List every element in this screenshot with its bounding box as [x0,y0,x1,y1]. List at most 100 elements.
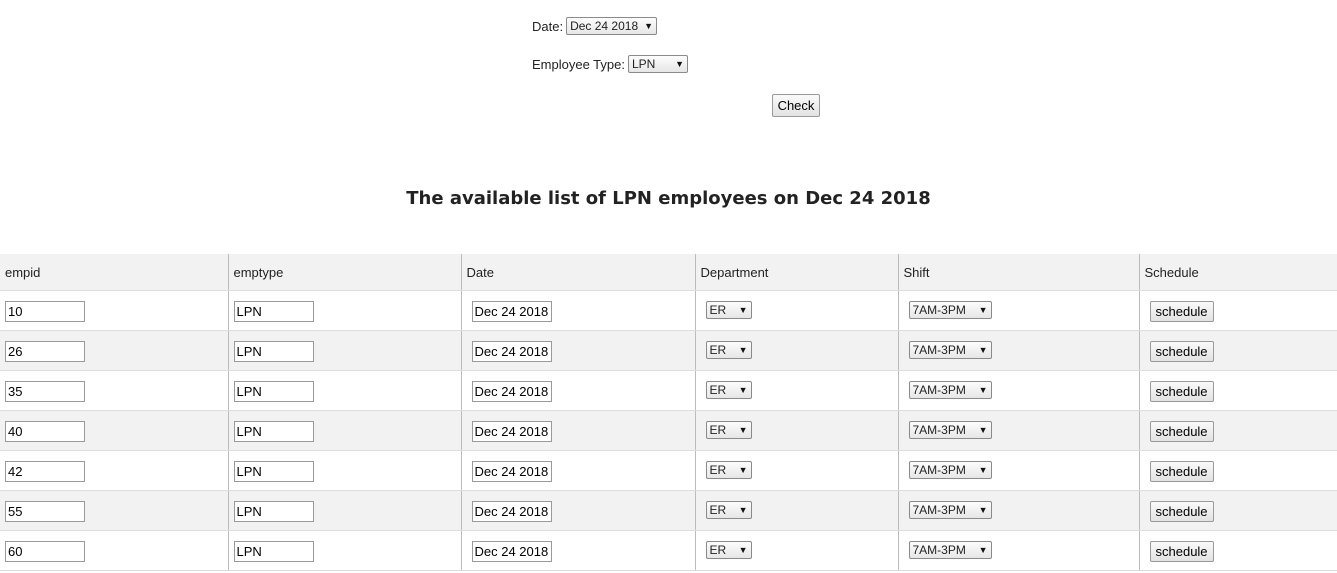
shift-select[interactable]: 7AM-3PM ▼ [908,381,992,399]
schedule-cell: schedule [1139,410,1337,451]
empid-cell [0,450,229,491]
shift-value: 7AM-3PM [912,343,966,357]
date-input[interactable] [471,461,552,482]
table-row: ER ▼ 7AM-3PM ▼ schedule [0,330,1337,371]
shift-select[interactable]: 7AM-3PM ▼ [908,341,992,359]
shift-select[interactable]: 7AM-3PM ▼ [908,421,992,439]
date-input[interactable] [471,501,552,522]
date-input[interactable] [471,421,552,442]
schedule-button[interactable]: schedule [1149,341,1214,362]
schedule-cell: schedule [1139,330,1337,371]
chevron-down-icon: ▼ [978,345,988,355]
employee-type-select[interactable]: LPN ▼ [627,55,688,73]
employee-table: empid emptype Date Department Shift Sche… [0,254,1337,571]
department-select[interactable]: ER ▼ [705,501,752,519]
department-select[interactable]: ER ▼ [705,341,752,359]
shift-select[interactable]: 7AM-3PM ▼ [908,541,992,559]
emptype-cell [228,370,462,411]
shift-cell: 7AM-3PM ▼ [898,290,1140,331]
date-cell [461,410,696,451]
employee-type-value: LPN [631,57,656,71]
column-header-date: Date [461,254,696,291]
schedule-button[interactable]: schedule [1149,301,1214,322]
schedule-cell: schedule [1139,490,1337,531]
department-value: ER [709,423,727,437]
emptype-cell [228,290,462,331]
chevron-down-icon: ▼ [738,545,748,555]
chevron-down-icon: ▼ [978,465,988,475]
shift-cell: 7AM-3PM ▼ [898,410,1140,451]
department-cell: ER ▼ [695,290,899,331]
emptype-cell [228,490,462,531]
department-cell: ER ▼ [695,410,899,451]
empid-cell [0,410,229,451]
date-cell [461,530,696,571]
shift-select[interactable]: 7AM-3PM ▼ [908,301,992,319]
shift-select[interactable]: 7AM-3PM ▼ [908,461,992,479]
empid-input[interactable] [5,381,85,402]
table-row: ER ▼ 7AM-3PM ▼ schedule [0,290,1337,331]
employee-type-row: Employee Type: LPN ▼ [532,55,688,73]
date-select[interactable]: Dec 24 2018 ▼ [566,17,658,35]
table-row: ER ▼ 7AM-3PM ▼ schedule [0,370,1337,411]
department-value: ER [709,463,727,477]
table-row: ER ▼ 7AM-3PM ▼ schedule [0,530,1337,571]
emptype-input[interactable] [233,381,314,402]
emptype-input[interactable] [233,461,314,482]
department-value: ER [709,503,727,517]
emptype-input[interactable] [233,301,314,322]
chevron-down-icon: ▼ [738,425,748,435]
table-header-row: empid emptype Date Department Shift Sche… [0,254,1337,291]
department-value: ER [709,543,727,557]
date-cell [461,490,696,531]
date-select-value: Dec 24 2018 [570,19,639,33]
department-select[interactable]: ER ▼ [705,461,752,479]
empid-input[interactable] [5,421,85,442]
check-button[interactable]: Check [772,94,820,117]
schedule-button[interactable]: schedule [1149,541,1214,562]
department-cell: ER ▼ [695,370,899,411]
shift-select[interactable]: 7AM-3PM ▼ [908,501,992,519]
department-select[interactable]: ER ▼ [705,301,752,319]
department-cell: ER ▼ [695,530,899,571]
schedule-button[interactable]: schedule [1149,501,1214,522]
shift-value: 7AM-3PM [912,503,966,517]
schedule-button[interactable]: schedule [1149,421,1214,442]
date-input[interactable] [471,341,552,362]
department-value: ER [709,383,727,397]
schedule-cell: schedule [1139,450,1337,491]
empid-input[interactable] [5,461,85,482]
department-cell: ER ▼ [695,490,899,531]
shift-cell: 7AM-3PM ▼ [898,330,1140,371]
emptype-input[interactable] [233,501,314,522]
schedule-button[interactable]: schedule [1149,381,1214,402]
search-form: Date: Dec 24 2018 ▼ Employee Type: LPN ▼… [0,0,1337,180]
department-cell: ER ▼ [695,330,899,371]
department-select[interactable]: ER ▼ [705,381,752,399]
emptype-input[interactable] [233,421,314,442]
emptype-cell [228,530,462,571]
empid-input[interactable] [5,341,85,362]
schedule-button[interactable]: schedule [1149,461,1214,482]
chevron-down-icon: ▼ [738,345,748,355]
shift-value: 7AM-3PM [912,303,966,317]
chevron-down-icon: ▼ [978,305,988,315]
empid-input[interactable] [5,501,85,522]
schedule-cell: schedule [1139,290,1337,331]
date-cell [461,330,696,371]
department-select[interactable]: ER ▼ [705,421,752,439]
empid-input[interactable] [5,301,85,322]
empid-input[interactable] [5,541,85,562]
emptype-cell [228,450,462,491]
chevron-down-icon: ▼ [644,21,654,31]
date-input[interactable] [471,301,552,322]
emptype-input[interactable] [233,341,314,362]
department-select[interactable]: ER ▼ [705,541,752,559]
date-input[interactable] [471,381,552,402]
emptype-input[interactable] [233,541,314,562]
page-title: The available list of LPN employees on D… [406,188,931,209]
chevron-down-icon: ▼ [738,385,748,395]
chevron-down-icon: ▼ [978,425,988,435]
date-row: Date: Dec 24 2018 ▼ [532,17,658,35]
date-input[interactable] [471,541,552,562]
